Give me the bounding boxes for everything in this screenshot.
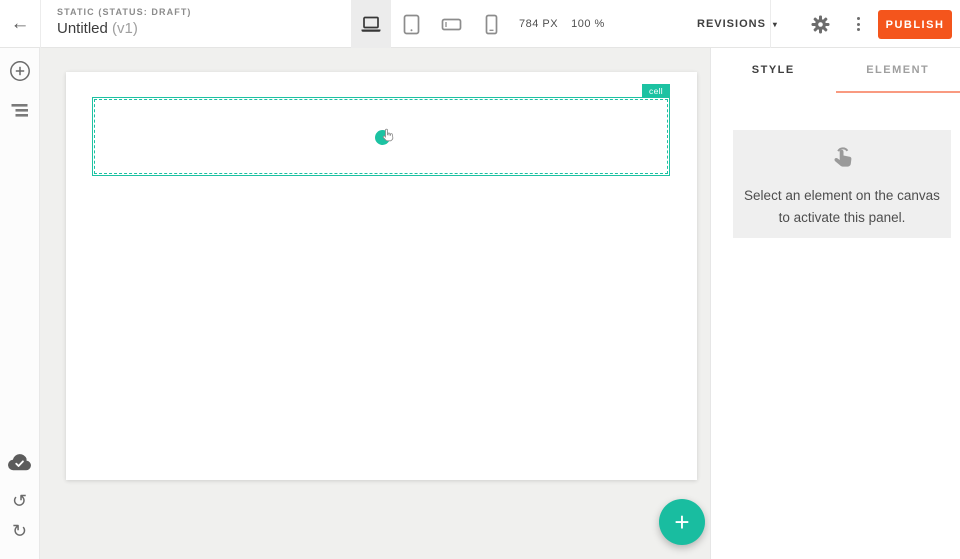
document-title-block: STATIC (STATUS: DRAFT) Untitled (v1) [57, 7, 192, 37]
placeholder-line-1: Select an element on the canvas [733, 185, 951, 207]
inspector-panel: STYLE ELEMENT Select an element on the c… [710, 48, 960, 559]
redo-button[interactable]: ↻ [0, 517, 39, 545]
undo-button[interactable]: ↺ [0, 487, 39, 515]
back-arrow-icon: ← [11, 13, 30, 35]
phone-landscape-icon [441, 18, 462, 31]
zoom-level-value: 100 % [571, 18, 605, 30]
kebab-icon [857, 17, 860, 20]
page-canvas[interactable]: cell [66, 72, 697, 480]
selected-cell[interactable]: cell [92, 97, 670, 176]
back-button[interactable]: ← [0, 0, 40, 48]
page-title: Untitled (v1) [57, 20, 192, 37]
device-phone-landscape-button[interactable] [431, 0, 471, 48]
plus-circle-icon [9, 60, 31, 82]
topbar: ← STATIC (STATUS: DRAFT) Untitled (v1) [0, 0, 960, 48]
add-element-fab[interactable]: + [659, 499, 705, 545]
tablet-icon [403, 14, 420, 35]
tab-style[interactable]: STYLE [711, 48, 836, 93]
chevron-down-icon: ▾ [773, 20, 778, 29]
settings-button[interactable] [802, 0, 838, 48]
device-desktop-button[interactable] [351, 0, 391, 48]
outline-list-icon [11, 103, 29, 118]
device-phone-portrait-button[interactable] [471, 0, 511, 48]
inspector-tabs: STYLE ELEMENT [711, 48, 960, 93]
device-tablet-button[interactable] [391, 0, 431, 48]
kebab-icon [857, 28, 860, 31]
saved-status-indicator [0, 449, 39, 477]
publish-button[interactable]: PUBLISH [878, 10, 952, 39]
left-toolbar: ↺ ↻ [0, 48, 40, 559]
topbar-divider [40, 0, 41, 48]
editor-workspace: cell + [40, 48, 710, 559]
cloud-check-icon [8, 452, 31, 475]
topbar-divider [770, 0, 771, 48]
tab-element[interactable]: ELEMENT [836, 48, 960, 93]
status-label: STATIC (STATUS: DRAFT) [57, 7, 192, 17]
more-options-button[interactable] [843, 0, 873, 48]
revisions-label: REVISIONS [697, 18, 766, 30]
panel-placeholder-text: Select an element on the canvas to activ… [733, 185, 951, 229]
document-version: (v1) [112, 20, 138, 37]
phone-portrait-icon [485, 14, 498, 35]
tap-hand-icon [828, 143, 856, 173]
kebab-icon [857, 23, 860, 26]
desktop-icon [360, 15, 382, 34]
cell-badge: cell [642, 84, 670, 98]
viewport-size-info: 784 PX 100 % [519, 0, 605, 48]
document-name: Untitled [57, 20, 108, 37]
viewport-width-value: 784 PX [519, 18, 558, 30]
gear-icon [811, 15, 830, 34]
panel-placeholder: Select an element on the canvas to activ… [733, 130, 951, 238]
device-preview-switcher [351, 0, 511, 48]
add-section-button[interactable] [0, 57, 39, 85]
revisions-dropdown[interactable]: REVISIONS ▾ [697, 0, 778, 48]
undo-icon: ↺ [12, 491, 27, 512]
outline-structure-button[interactable] [0, 96, 39, 124]
placeholder-line-2: to activate this panel. [733, 207, 951, 229]
redo-icon: ↻ [12, 521, 27, 542]
